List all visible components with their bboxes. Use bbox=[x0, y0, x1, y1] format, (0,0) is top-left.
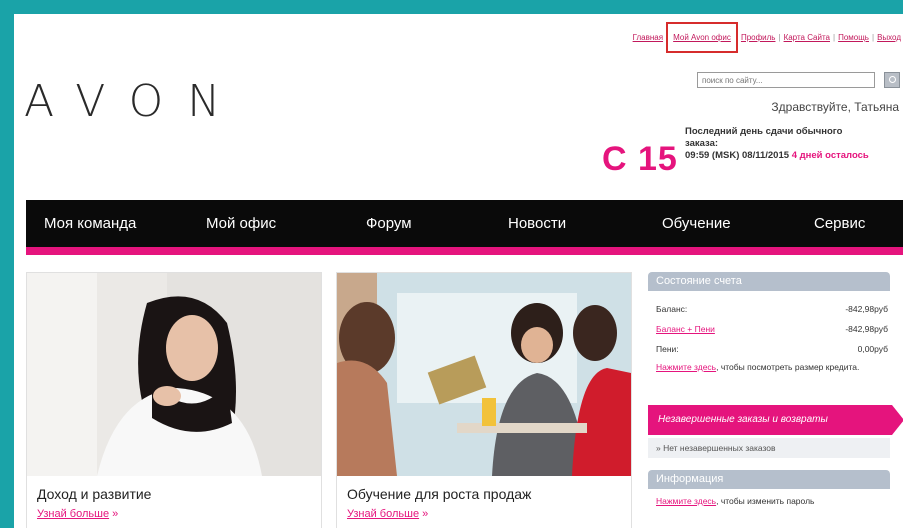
nav-item-forum[interactable]: Форум bbox=[366, 200, 412, 247]
credit-info: Нажмите здесь, чтобы посмотреть размер к… bbox=[656, 362, 876, 373]
nav-item-news[interactable]: Новости bbox=[508, 200, 566, 247]
nav-item-service[interactable]: Сервис bbox=[814, 200, 865, 247]
arrow-right-icon: » bbox=[422, 508, 429, 520]
pending-orders-banner[interactable]: Незавершенные заказы и возвраты bbox=[648, 405, 903, 435]
deadline-info: 09:59 (MSK) 08/11/2015 4 дней осталось bbox=[685, 150, 901, 162]
nav-item-training[interactable]: Обучение bbox=[662, 200, 731, 247]
info-header: Информация bbox=[648, 470, 890, 489]
search-icon[interactable] bbox=[884, 72, 900, 88]
nav-item-my-office[interactable]: Мой офис bbox=[206, 200, 276, 247]
link-logout[interactable]: Выход bbox=[877, 33, 901, 42]
card-income-development: Доход и развитие Узнай больше» bbox=[26, 272, 322, 528]
balance-row: Баланс: -842,98руб bbox=[656, 304, 888, 314]
days-remaining: 4 дней осталось bbox=[791, 150, 869, 161]
women-meeting-image[interactable] bbox=[337, 273, 631, 476]
fees-row: Пени: 0,00руб bbox=[656, 344, 888, 354]
search-input[interactable] bbox=[697, 72, 875, 88]
nav-item-my-team[interactable]: Моя команда bbox=[44, 200, 136, 247]
avon-office-page: Главная | Мой Avon офис | Профиль | Карта Сайт… bbox=[14, 14, 903, 528]
deadline-label-2: заказа: bbox=[685, 138, 719, 149]
link-home[interactable]: Главная bbox=[633, 33, 663, 42]
card-title: Обучение для роста продаж bbox=[347, 486, 532, 502]
link-sitemap[interactable]: Карта Сайта bbox=[784, 33, 830, 42]
change-password-text: , чтобы изменить пароль bbox=[716, 496, 815, 506]
deadline-datetime: 09:59 (MSK) 08/11/2015 bbox=[685, 150, 790, 161]
avon-logo[interactable]: AVON bbox=[24, 76, 244, 127]
woman-portrait-image[interactable] bbox=[27, 273, 321, 476]
deadline-label: Последний день сдачи обычного bbox=[685, 126, 843, 137]
credit-link[interactable]: Нажмите здесь bbox=[656, 362, 716, 372]
link-profile[interactable]: Профиль bbox=[741, 33, 776, 42]
card-title: Доход и развитие bbox=[37, 486, 152, 502]
balance-value: -842,98руб bbox=[845, 304, 888, 314]
password-info: Нажмите здесь, чтобы изменить пароль bbox=[656, 496, 876, 507]
main-nav: Моя команда Мой офис Форум Новости Обуче… bbox=[26, 200, 903, 255]
link-my-avon-office[interactable]: Мой Avon офис bbox=[666, 22, 738, 53]
change-password-link[interactable]: Нажмите здесь bbox=[656, 496, 716, 506]
fees-value: 0,00руб bbox=[857, 344, 888, 354]
learn-more-link[interactable]: Узнай больше» bbox=[347, 508, 428, 520]
balance-fees-link[interactable]: Баланс + Пени bbox=[656, 324, 715, 334]
arrow-right-icon: » bbox=[112, 508, 119, 520]
account-status-header: Состояние счета bbox=[648, 272, 890, 291]
link-help[interactable]: Помощь bbox=[838, 33, 869, 42]
pending-orders-status: » Нет незавершенных заказов bbox=[648, 438, 890, 458]
fees-label: Пени: bbox=[656, 344, 679, 354]
order-deadline: Последний день сдачи обычного заказа: 09… bbox=[685, 126, 901, 162]
card-sales-training: Обучение для роста продаж Узнай больше» bbox=[336, 272, 632, 528]
learn-more-link[interactable]: Узнай больше» bbox=[37, 508, 118, 520]
top-links: Главная | Мой Avon офис | Профиль | Карта Сайт… bbox=[633, 22, 901, 53]
user-greeting: Здравствуйте, Татьяна bbox=[771, 100, 899, 114]
campaign-code: C 15 bbox=[602, 140, 678, 178]
balance-label: Баланс: bbox=[656, 304, 688, 314]
credit-text: , чтобы посмотреть размер кредита. bbox=[716, 362, 860, 372]
balance-fees-row: Баланс + Пени -842,98руб bbox=[656, 324, 888, 334]
balance-fees-value: -842,98руб bbox=[845, 324, 888, 334]
